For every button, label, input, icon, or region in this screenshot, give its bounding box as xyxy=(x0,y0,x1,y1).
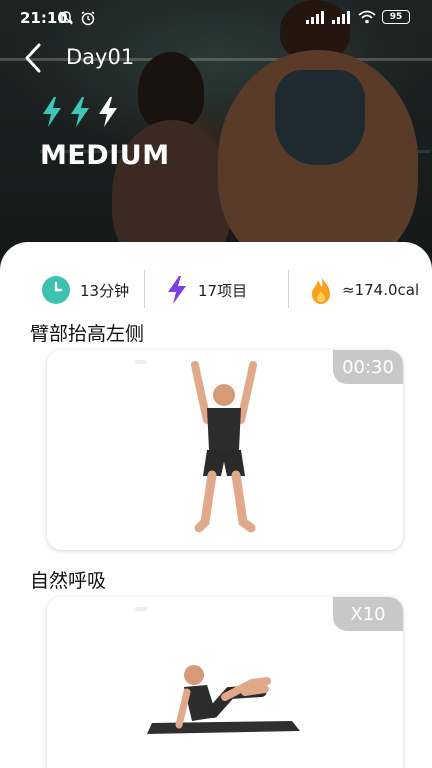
fire-icon xyxy=(312,276,330,304)
stat-duration: 13分钟 xyxy=(42,270,129,310)
stat-items-value: 17项目 xyxy=(198,281,248,300)
clock-icon xyxy=(42,276,70,304)
difficulty-label: MEDIUM xyxy=(40,140,170,171)
athlete-top xyxy=(275,70,365,165)
exercise-title: 自然呼吸 xyxy=(30,570,107,592)
chevron-left-icon xyxy=(25,43,41,73)
signal-icon xyxy=(306,10,326,24)
difficulty-rating xyxy=(40,96,120,128)
workout-stats: 13分钟 17项目 ≈174.0cal xyxy=(0,270,432,310)
card-marker xyxy=(135,607,147,611)
stat-items: 17项目 xyxy=(166,270,247,310)
bolt-icon xyxy=(99,97,117,127)
status-right: 95 xyxy=(306,10,410,24)
athlete-head xyxy=(138,52,204,130)
back-button[interactable] xyxy=(18,42,48,74)
page-title: Day01 xyxy=(66,45,135,69)
wifi-icon xyxy=(358,10,376,24)
stat-duration-value: 13分钟 xyxy=(80,281,130,300)
bolt-icon xyxy=(71,97,89,127)
signal-icon xyxy=(332,10,352,24)
gym-rail xyxy=(0,58,432,61)
divider xyxy=(288,270,289,308)
bolt-icon xyxy=(43,97,61,127)
battery-icon: 95 xyxy=(382,10,410,24)
exercise-duration-badge: 00:30 xyxy=(333,350,403,384)
status-left-icons xyxy=(58,10,96,26)
status-bar: 21:10 95 xyxy=(0,0,432,36)
exercise-card[interactable]: 00:30 xyxy=(47,350,403,550)
alarm-icon xyxy=(81,11,95,26)
card-marker xyxy=(135,360,147,364)
stat-calories: ≈174.0cal xyxy=(310,270,419,310)
bolt-icon xyxy=(168,276,186,304)
exercise-card[interactable]: X10 xyxy=(47,597,403,768)
exercise-reps-badge: X10 xyxy=(333,597,403,631)
bell-muted-icon xyxy=(59,11,73,25)
exercise-title: 臂部抬高左侧 xyxy=(30,323,145,345)
hero-background xyxy=(0,0,432,270)
stat-calories-value: ≈174.0cal xyxy=(342,281,420,299)
divider xyxy=(144,270,145,308)
